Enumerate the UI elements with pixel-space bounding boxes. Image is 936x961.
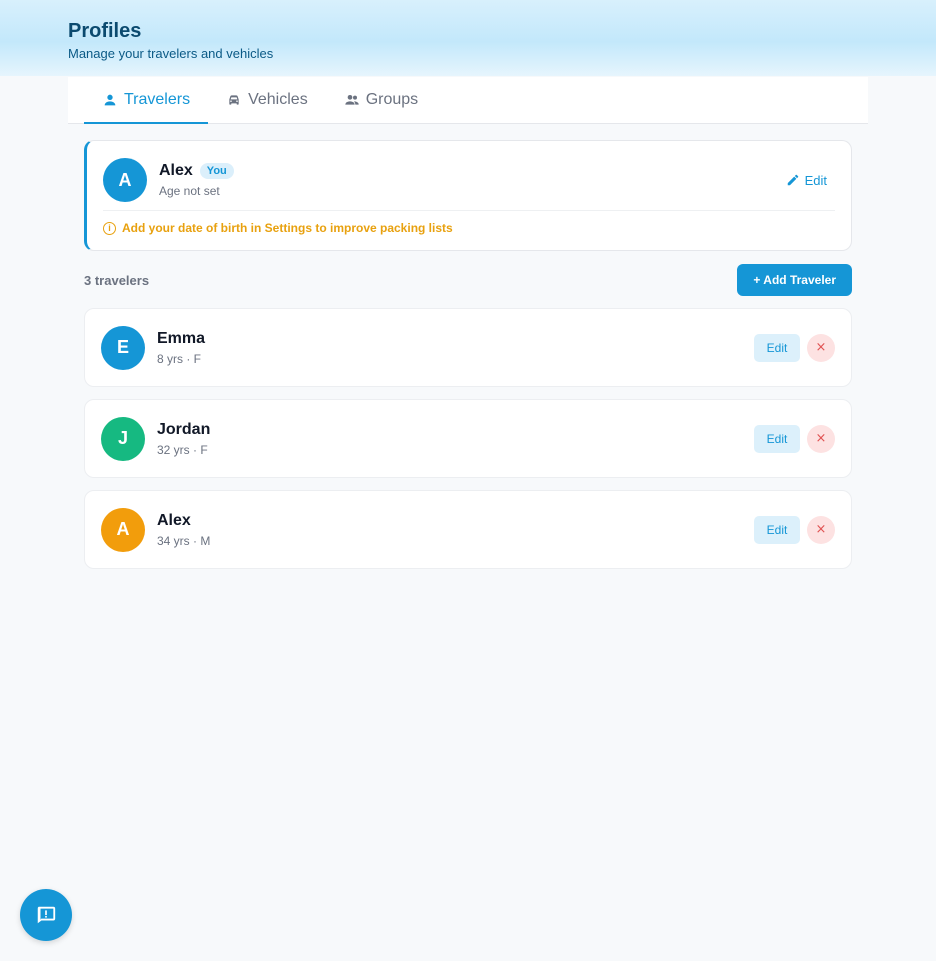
tab-vehicles[interactable]: Vehicles [208, 77, 326, 123]
you-badge: You [199, 163, 234, 179]
person-icon [104, 94, 116, 105]
divider [103, 210, 835, 211]
my-profile-card: A Alex You Age not set Edit i Add your d… [84, 140, 852, 251]
tab-label: Travelers [124, 90, 191, 108]
edit-my-profile-button[interactable]: Edit [786, 173, 835, 188]
avatar: A [103, 158, 147, 202]
tab-travelers[interactable]: Travelers [84, 77, 209, 124]
page-subtitle: Manage your travelers and vehicles [68, 46, 274, 61]
traveler-meta: 32 yrs · F [157, 442, 208, 457]
delete-traveler-button[interactable]: × [807, 515, 835, 544]
group-icon [345, 95, 359, 105]
delete-traveler-button[interactable]: × [807, 333, 835, 362]
profile-tabs: Travelers Vehicles Groups [68, 77, 868, 124]
travelers-panel: A Alex You Age not set Edit i Add your d… [84, 140, 852, 569]
info-icon: i [103, 221, 116, 235]
delete-traveler-button[interactable]: × [807, 424, 835, 453]
edit-label: Edit [804, 172, 827, 188]
add-traveler-button[interactable]: + Add Traveler [737, 264, 852, 296]
list-item: J Jordan 32 yrs · F Edit × [84, 399, 852, 478]
pencil-icon [787, 174, 798, 186]
tab-label: Vehicles [248, 91, 308, 108]
my-name: Alex [159, 162, 193, 179]
tab-groups[interactable]: Groups [326, 77, 436, 123]
page-title: Profiles [68, 20, 142, 42]
traveler-meta: 8 yrs · F [157, 351, 201, 366]
warning-text: Add your date of birth in Settings to im… [122, 221, 453, 235]
travelers-list-header: 3 travelers + Add Traveler [84, 264, 852, 296]
avatar: A [101, 507, 145, 552]
edit-traveler-button[interactable]: Edit [754, 424, 800, 453]
edit-traveler-button[interactable]: Edit [754, 333, 800, 362]
avatar: J [101, 416, 145, 461]
traveler-name: Alex [157, 511, 191, 529]
traveler-name: Jordan [157, 420, 211, 438]
traveler-meta: 34 yrs · M [157, 533, 211, 548]
feedback-button[interactable] [20, 889, 72, 941]
list-item: A Alex 34 yrs · M Edit × [84, 490, 852, 569]
traveler-name: Emma [157, 329, 206, 347]
tab-label: Groups [365, 91, 419, 108]
traveler-count: 3 travelers [84, 272, 150, 288]
my-age: Age not set [159, 184, 220, 198]
feedback-icon [37, 906, 56, 924]
edit-traveler-button[interactable]: Edit [754, 515, 800, 544]
list-item: E Emma 8 yrs · F Edit × [84, 308, 852, 387]
dob-warning: i Add your date of birth in Settings to … [103, 221, 835, 235]
page-header: Profiles Manage your travelers and vehic… [0, 0, 936, 76]
avatar: E [101, 325, 145, 370]
car-icon [229, 95, 239, 105]
